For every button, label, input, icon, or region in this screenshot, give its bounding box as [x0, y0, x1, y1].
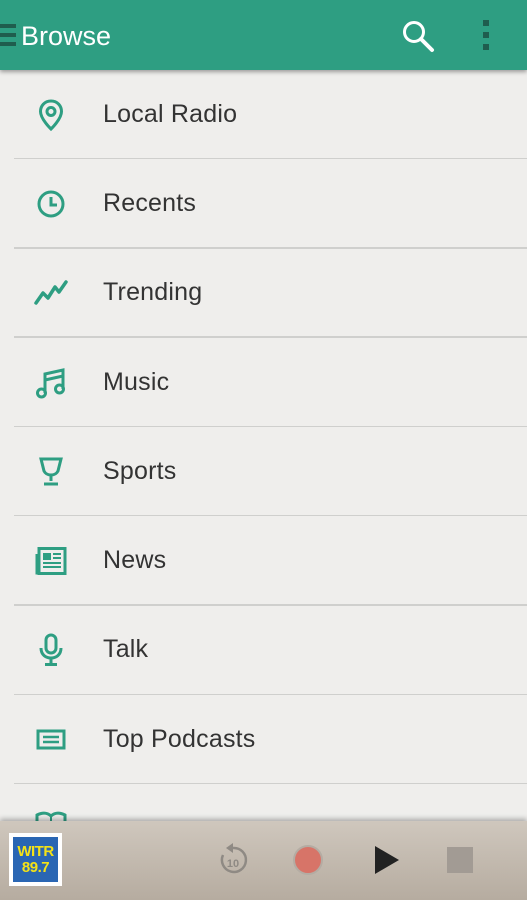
record-icon — [293, 845, 323, 875]
menu-item-label: Recents — [103, 188, 197, 217]
menu-item-label: Music — [103, 367, 170, 396]
overflow-menu-button[interactable] — [474, 17, 498, 55]
page-title: Browse — [21, 21, 112, 51]
record-button[interactable] — [289, 841, 327, 879]
menu-item-trending[interactable]: Trending — [0, 249, 527, 338]
book-icon — [33, 806, 69, 821]
stop-button[interactable] — [441, 841, 479, 879]
rewind-10-button[interactable]: 10 — [214, 841, 252, 879]
menu-item-label: Local Radio — [103, 99, 238, 128]
station-logo-line1: WITR — [17, 842, 54, 860]
trophy-icon — [33, 454, 69, 490]
trending-icon — [33, 275, 69, 311]
menu-item-label: Trending — [103, 278, 203, 307]
search-button[interactable] — [399, 17, 437, 55]
play-icon — [375, 846, 399, 874]
overflow-menu-icon — [483, 20, 489, 50]
rewind-label: 10 — [227, 858, 239, 870]
station-logo-line2: 89.7 — [21, 858, 50, 876]
stop-icon — [447, 847, 473, 873]
navigation-drawer-icon[interactable] — [0, 24, 16, 46]
menu-item-talk[interactable]: Talk — [0, 606, 527, 696]
browse-list: Local Radio Recents Trending Music Sport… — [0, 70, 527, 821]
music-note-icon — [33, 365, 69, 401]
menu-item-sports[interactable]: Sports — [0, 427, 527, 517]
menu-item-top-podcasts[interactable]: Top Podcasts — [0, 695, 527, 785]
menu-item-partial[interactable] — [0, 784, 527, 821]
clock-icon — [33, 186, 69, 222]
station-logo-art: WITR 89.7 — [13, 837, 58, 882]
app-bar: Browse — [0, 0, 527, 70]
station-logo[interactable]: WITR 89.7 — [9, 833, 62, 886]
menu-item-local-radio[interactable]: Local Radio — [0, 70, 527, 160]
search-icon — [403, 21, 434, 52]
newspaper-icon — [33, 543, 69, 579]
microphone-icon — [33, 632, 69, 668]
podcast-icon — [33, 722, 69, 758]
menu-item-label: Sports — [103, 456, 177, 485]
menu-item-music[interactable]: Music — [0, 338, 527, 428]
menu-item-label: Talk — [103, 635, 149, 664]
menu-item-label: News — [103, 546, 167, 575]
mini-player: WITR 89.7 10 — [0, 821, 527, 900]
rewind-10-icon: 10 — [220, 843, 248, 874]
menu-item-recents[interactable]: Recents — [0, 159, 527, 249]
menu-item-news[interactable]: News — [0, 516, 527, 606]
menu-item-label: Top Podcasts — [103, 724, 256, 753]
location-pin-icon — [33, 97, 69, 133]
play-button[interactable] — [366, 841, 404, 879]
